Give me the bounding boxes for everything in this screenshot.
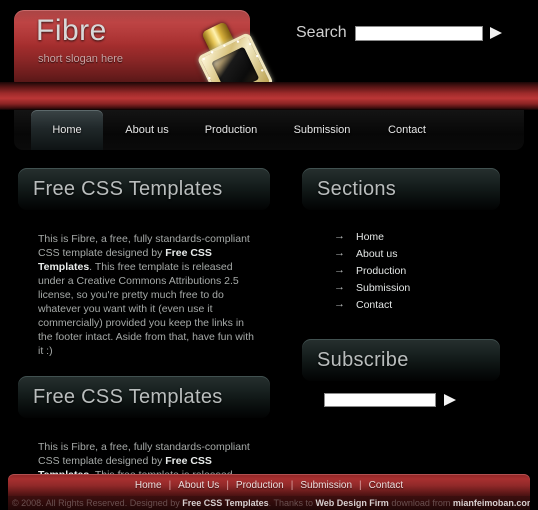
sidebar-item-home[interactable]: Home bbox=[356, 231, 384, 243]
nav-item-label: About us bbox=[125, 124, 169, 136]
subscribe-form bbox=[302, 381, 500, 417]
panel-text-post: . This free template is released under a… bbox=[38, 261, 254, 357]
copyright-line: © 2008. All Rights Reserved. Designed by… bbox=[8, 496, 530, 510]
arrow-right-icon: → bbox=[334, 247, 345, 259]
list-item[interactable]: → About us bbox=[334, 245, 500, 262]
nav-item-home[interactable]: Home bbox=[31, 110, 103, 150]
footer-link-production[interactable]: Production bbox=[229, 480, 291, 491]
list-item[interactable]: → Submission bbox=[334, 279, 500, 296]
panel-text-pre: This is Fibre, a free, fully standards-c… bbox=[38, 441, 250, 467]
footer-link-contact[interactable]: Contact bbox=[362, 480, 410, 491]
copyright-brand-mianfeimoban[interactable]: mianfeimoban.com bbox=[453, 498, 530, 508]
sidebar-item-production[interactable]: Production bbox=[356, 265, 406, 277]
subscribe-panel: Subscribe bbox=[302, 339, 500, 417]
nav-list: Home About us Production Submission Cont… bbox=[14, 110, 524, 150]
subscribe-input[interactable] bbox=[324, 393, 436, 407]
sections-list: → Home → About us → Production → Submiss… bbox=[302, 210, 500, 325]
arrow-right-icon: → bbox=[334, 281, 345, 293]
copyright-mid: . Thanks to bbox=[268, 498, 316, 508]
panel-header: Free CSS Templates bbox=[18, 376, 270, 418]
search-label: Search bbox=[296, 24, 347, 41]
nav-item-contact[interactable]: Contact bbox=[368, 110, 446, 150]
panel-header: Free CSS Templates bbox=[18, 168, 270, 210]
footer-link-home[interactable]: Home bbox=[128, 480, 169, 491]
search-input[interactable] bbox=[354, 25, 483, 41]
nav-ribbon bbox=[0, 82, 538, 110]
arrow-right-icon: → bbox=[334, 230, 345, 242]
sidebar-item-submission[interactable]: Submission bbox=[356, 282, 410, 294]
list-item[interactable]: → Home bbox=[334, 228, 500, 245]
nav-item-submission[interactable]: Submission bbox=[276, 110, 368, 150]
page-root: Fibre short slogan here Search Home Abou… bbox=[0, 0, 538, 510]
content-panel-1: Free CSS Templates This is Fibre, a free… bbox=[18, 168, 270, 364]
site-header: Fibre short slogan here Search bbox=[0, 0, 538, 120]
footer-nav: Home | About Us | Production | Submissio… bbox=[8, 474, 530, 496]
site-footer: Home | About Us | Production | Submissio… bbox=[0, 474, 538, 510]
panel-body: This is Fibre, a free, fully standards-c… bbox=[18, 210, 270, 364]
sidebar-item-about-us[interactable]: About us bbox=[356, 248, 397, 260]
site-title: Fibre bbox=[36, 14, 107, 47]
list-item[interactable]: → Contact bbox=[334, 296, 500, 313]
subscribe-submit-icon[interactable] bbox=[444, 394, 456, 406]
nav-item-about-us[interactable]: About us bbox=[108, 110, 186, 150]
footer-link-submission[interactable]: Submission bbox=[293, 480, 359, 491]
search-submit-icon[interactable] bbox=[489, 27, 502, 39]
nav-item-label: Home bbox=[52, 124, 82, 136]
copyright-brand-web-design-firm[interactable]: Web Design Firm bbox=[315, 498, 388, 508]
copyright-post: download from bbox=[388, 498, 453, 508]
sidebar: Sections → Home → About us → Production … bbox=[302, 168, 500, 429]
main-navigation: Home About us Production Submission Cont… bbox=[14, 110, 524, 150]
search-form: Search bbox=[296, 24, 502, 42]
arrow-right-icon: → bbox=[334, 298, 345, 310]
arrow-right-icon: → bbox=[334, 264, 345, 276]
nav-item-label: Contact bbox=[388, 124, 426, 136]
site-slogan: short slogan here bbox=[38, 53, 123, 65]
panel-header: Sections bbox=[302, 168, 500, 210]
nav-item-label: Production bbox=[204, 124, 258, 136]
sections-panel: Sections → Home → About us → Production … bbox=[302, 168, 500, 325]
list-item[interactable]: → Production bbox=[334, 262, 500, 279]
sections-title: Sections bbox=[317, 177, 397, 200]
panel-title: Free CSS Templates bbox=[33, 385, 223, 408]
copyright-brand-free-css-templates[interactable]: Free CSS Templates bbox=[182, 498, 268, 508]
panel-title: Free CSS Templates bbox=[33, 177, 223, 200]
copyright-pre: © 2008. All Rights Reserved. Designed by bbox=[12, 498, 183, 508]
footer-link-about-us[interactable]: About Us bbox=[171, 480, 226, 491]
sidebar-item-contact[interactable]: Contact bbox=[356, 299, 392, 311]
content-column: Free CSS Templates This is Fibre, a free… bbox=[18, 168, 270, 510]
panel-header: Subscribe bbox=[302, 339, 500, 381]
nav-item-production[interactable]: Production bbox=[186, 110, 276, 150]
panel-text-pre: This is Fibre, a free, fully standards-c… bbox=[38, 233, 250, 259]
nav-item-label: Submission bbox=[293, 124, 351, 136]
subscribe-title: Subscribe bbox=[317, 348, 409, 371]
